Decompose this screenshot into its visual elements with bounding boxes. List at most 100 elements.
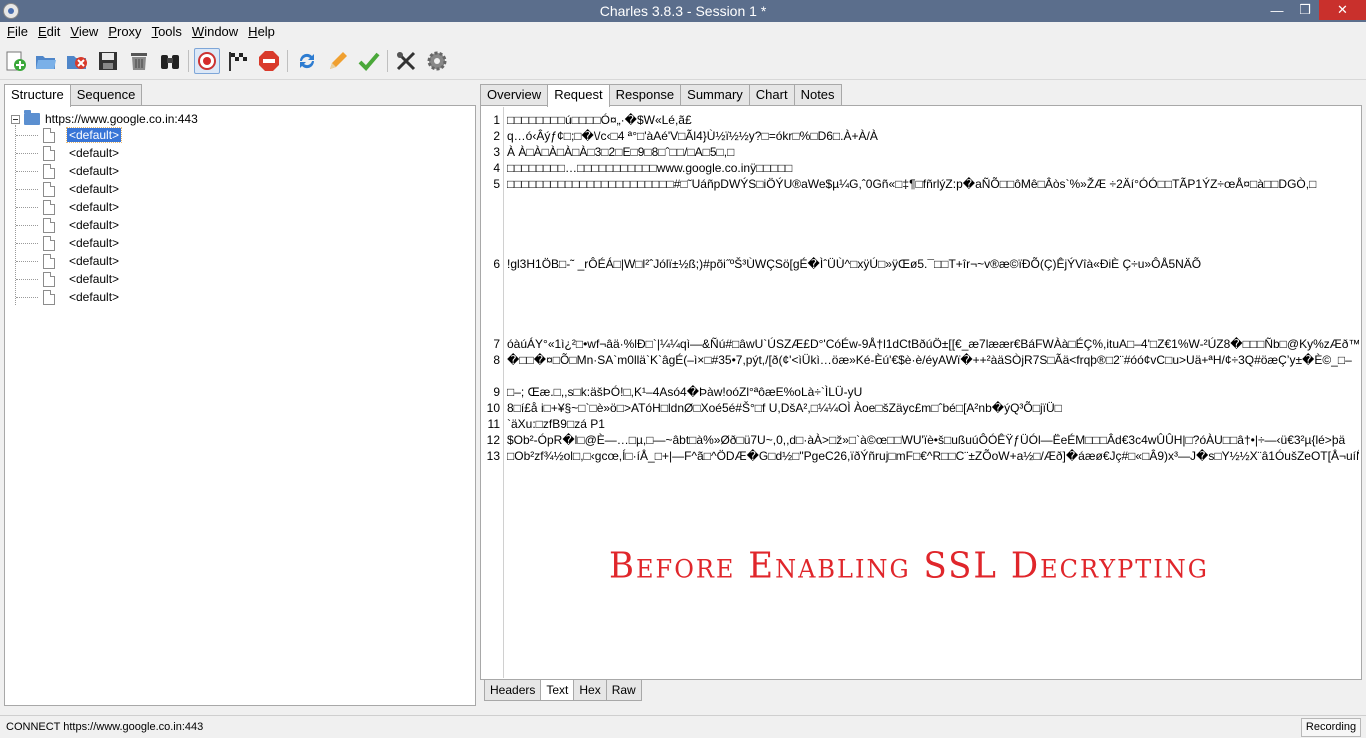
collapse-toggle-icon[interactable] <box>11 114 20 124</box>
code-line: □□□□□□□□□□□□□□□□□□□□□□□#□˜UáñpDWÝS□iÖÝU®… <box>507 177 1317 191</box>
toolbar-separator <box>287 50 288 72</box>
close-button[interactable]: ✕ <box>1319 0 1366 20</box>
title-bar: Charles 3.8.3 - Session 1 * — ❒ ✕ <box>0 0 1366 22</box>
line-number: 2 <box>493 129 500 143</box>
tab-response[interactable]: Response <box>608 84 682 106</box>
tab-sequence[interactable]: Sequence <box>69 84 143 106</box>
tree-item-default[interactable]: <default> <box>16 216 121 234</box>
menu-view[interactable]: View <box>65 22 103 42</box>
window-title: Charles 3.8.3 - Session 1 * <box>599 3 767 19</box>
line-number: 1 <box>493 113 500 127</box>
code-line: À À□À□À□À□À□3□2□E□9□8□ˆ□□/□A□5□,□ <box>507 145 735 159</box>
overlay-caption: Before Enabling SSL Decrypting <box>609 545 1209 587</box>
code-line: □–; Œæ.□,,s□k:äšÞÓ!□,K¹–4Asó4�Þàw!oóZl°ª… <box>507 385 863 399</box>
code-line: q…ó‹Âýƒ¢□;□�\/c‹□4 ª°□'àAé'V□Ãl4}Ù½ï½½y?… <box>507 129 878 143</box>
line-number: 10 <box>486 401 500 415</box>
line-number: 13 <box>486 449 500 463</box>
open-session-icon[interactable] <box>33 48 59 74</box>
recording-button[interactable]: Recording <box>1301 718 1361 737</box>
tree-item-default[interactable]: <default> <box>16 198 121 216</box>
settings-gear-icon[interactable] <box>424 48 450 74</box>
tools-icon[interactable] <box>393 48 419 74</box>
maximize-button[interactable]: ❒ <box>1291 0 1319 20</box>
view-mode-tabs: Headers Text Hex Raw <box>484 680 642 702</box>
document-icon <box>43 235 55 251</box>
tab-summary[interactable]: Summary <box>680 84 750 106</box>
document-icon <box>43 163 55 179</box>
document-icon <box>43 217 55 233</box>
folder-icon <box>24 110 40 125</box>
tree-item-default[interactable]: <default> <box>16 288 121 306</box>
tree-guide-line <box>15 125 16 305</box>
menu-help[interactable]: Help <box>243 22 280 42</box>
tab-notes[interactable]: Notes <box>793 84 842 106</box>
line-number: 6 <box>493 257 500 271</box>
tree-item-default[interactable]: <default> <box>16 162 121 180</box>
tab-overview[interactable]: Overview <box>480 84 549 106</box>
left-tabs: Structure Sequence <box>4 84 143 107</box>
line-number: 5 <box>493 177 500 191</box>
document-icon <box>43 289 55 305</box>
menu-edit[interactable]: Edit <box>33 22 65 42</box>
tab-structure[interactable]: Structure <box>4 84 71 107</box>
toolbar <box>0 42 1366 80</box>
detail-tabs: Overview Request Response Summary Chart … <box>480 84 842 107</box>
toolbar-separator <box>387 50 388 72</box>
tree-item-default[interactable]: <default> <box>16 144 121 162</box>
menu-bar: File Edit View Proxy Tools Window Help <box>0 22 1366 42</box>
detail-panel: Overview Request Response Summary Chart … <box>480 84 1362 706</box>
menu-file[interactable]: File <box>2 22 33 42</box>
code-line: □□□□□□□□…□□□□□□□□□□□www.google.co.inÿ□□□… <box>507 161 793 175</box>
tree-item-default[interactable]: <default> <box>16 270 121 288</box>
code-line: �□□�¤□Õ□Mn·SA`m0llä`K`âgÉ(–ì×□#35•7,pýt,… <box>507 353 1352 367</box>
record-icon[interactable] <box>194 48 220 74</box>
code-line: 8□í£å i□+¥§~□`□è»ö□>ATóH□ldnØ□Xoé5é#Š°□f… <box>507 401 1062 415</box>
request-text-view[interactable]: 1 2 3 4 5 6 7 8 9 10 11 12 13 □□□□□□□□ú□… <box>480 105 1362 680</box>
tab-hex[interactable]: Hex <box>573 680 607 701</box>
menu-tools[interactable]: Tools <box>147 22 187 42</box>
code-line: $Ob²-ÓpR�l□@È—…□µ,□—~âbt□à%»Øð□ü7U~,0,,d… <box>507 433 1346 447</box>
code-line: `äXu:□zfB9□zá P1 <box>507 417 605 431</box>
structure-tree: https://www.google.co.in:443 <default> <… <box>4 105 476 706</box>
document-icon <box>43 127 55 143</box>
code-line: !gl3H1ÖB□-˜ _rÔÉÁ□|W□l²ˆJólï±½ß;)#põi˝ºŠ… <box>507 257 1202 271</box>
line-number: 3 <box>493 145 500 159</box>
stop-icon[interactable] <box>256 48 282 74</box>
menu-window[interactable]: Window <box>187 22 243 42</box>
minimize-button[interactable]: — <box>1263 0 1291 20</box>
tree-item-default[interactable]: <default> <box>16 234 121 252</box>
request-body-text: □□□□□□□□ú□□□□Ó¤„·�$W«Lé,ã£ q…ó‹Âýƒ¢□;□�\… <box>507 112 1359 677</box>
validate-check-icon[interactable] <box>356 48 382 74</box>
toolbar-separator <box>188 50 189 72</box>
menu-proxy[interactable]: Proxy <box>103 22 146 42</box>
tab-raw[interactable]: Raw <box>605 680 642 701</box>
binoculars-icon[interactable] <box>157 48 183 74</box>
document-icon <box>43 271 55 287</box>
document-icon <box>43 145 55 161</box>
document-icon <box>43 253 55 269</box>
status-text: CONNECT https://www.google.co.in:443 <box>6 721 204 733</box>
document-icon <box>43 199 55 215</box>
tree-item-default[interactable]: <default> <box>16 126 123 144</box>
tab-chart[interactable]: Chart <box>748 84 795 106</box>
tab-headers[interactable]: Headers <box>484 680 542 701</box>
throttle-flag-icon[interactable] <box>225 48 251 74</box>
tab-request[interactable]: Request <box>547 84 610 107</box>
code-line: óàúÁY°«1ì¿²□•wf¬âä·%lÐ□`|¼¼qì—&Ñú#□âwU`Ú… <box>507 337 1359 351</box>
edit-pencil-icon[interactable] <box>325 48 351 74</box>
document-icon <box>43 181 55 197</box>
line-number: 12 <box>486 433 500 447</box>
code-line: □□□□□□□□ú□□□□Ó¤„·�$W«Lé,ã£ <box>507 113 692 127</box>
tree-item-default[interactable]: <default> <box>16 252 121 270</box>
trash-icon[interactable] <box>126 48 152 74</box>
code-line: □Ob²zf¾½ol□,□‹gcœ,Í□·íÅ_□+|—F^ã□^ÖDÆ�G□d… <box>507 449 1359 463</box>
repeat-icon[interactable] <box>294 48 320 74</box>
line-number: 7 <box>493 337 500 351</box>
tree-item-default[interactable]: <default> <box>16 180 121 198</box>
new-session-icon[interactable] <box>3 48 29 74</box>
save-icon[interactable] <box>95 48 121 74</box>
tab-text[interactable]: Text <box>540 680 575 701</box>
structure-panel: Structure Sequence https://www.google.co… <box>4 84 476 706</box>
close-session-icon[interactable] <box>64 48 90 74</box>
line-number-gutter: 1 2 3 4 5 6 7 8 9 10 11 12 13 <box>482 107 504 678</box>
